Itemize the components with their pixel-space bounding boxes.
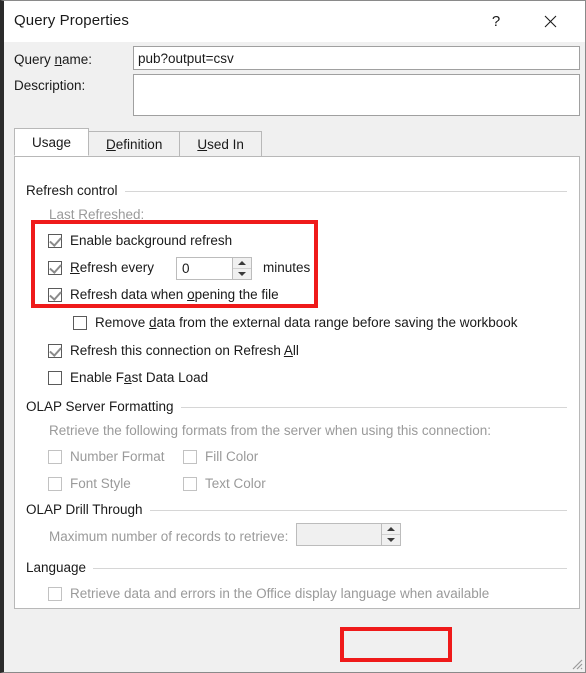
accel-char: R [70,260,80,275]
stepper-up-button[interactable] [382,524,400,535]
page-title: Query Properties [14,12,129,29]
caret-up-icon [387,527,395,531]
query-name-label: Query name: [14,52,93,67]
help-icon[interactable]: ? [475,1,517,42]
max-records-value[interactable] [297,524,381,545]
query-name-input[interactable] [133,46,580,70]
checkbox-remove-data-before-saving[interactable]: Remove data from the external data range… [73,315,518,330]
checkbox-label: Number Format [70,449,165,464]
accel-char: d [149,315,157,330]
dialog-footer: OK Cancel [4,612,585,672]
header-fields: Query name: Description: [4,42,585,122]
checkbox-refresh-on-refresh-all[interactable]: Refresh this connection on Refresh All [48,343,299,358]
group-olap-drill-through-label: OLAP Drill Through [26,502,143,517]
accel-char: A [283,343,293,358]
group-refresh-control: Refresh control [26,183,567,198]
checkbox-refresh-every[interactable]: Refresh every [48,260,154,275]
checkbox-fill-color[interactable]: Fill Color [183,449,258,464]
query-properties-dialog: Query Properties ? Query name: Descripti… [0,0,586,673]
tab-definition[interactable]: Definition [88,131,181,156]
refresh-interval-units-label: minutes [263,260,311,275]
usage-tab-panel: Refresh control Last Refreshed: Enable b… [14,156,580,609]
checkbox-box[interactable] [48,287,62,302]
checkbox-label: Enable Fast Data Load [70,370,209,385]
title-bar: Query Properties ? [4,1,585,42]
checkbox-label: Refresh data when opening the file [70,287,279,302]
checkbox-box[interactable] [183,449,197,464]
olap-formats-description-text: Retrieve the following formats from the … [49,423,491,438]
tab-used-in-accel: U [197,136,208,152]
checkbox-retrieve-office-language[interactable]: Retrieve data and errors in the Office d… [48,586,489,601]
tab-usage[interactable]: Usa g e [14,128,90,156]
checkbox-box[interactable] [48,233,62,248]
max-records-stepper[interactable] [296,523,401,546]
max-records-label: Maximum number of records to retrieve: [49,529,289,544]
help-icon-glyph: ? [491,13,501,30]
group-rule [124,191,567,192]
resize-grip-icon[interactable] [569,656,583,670]
refresh-interval-stepper[interactable]: 0 [176,257,252,280]
checkbox-box[interactable] [48,476,62,491]
group-olap-server-formatting: OLAP Server Formatting [26,399,567,414]
checkbox-label: Refresh every [70,260,155,275]
stepper-buttons[interactable] [381,524,400,545]
checkbox-box[interactable] [183,476,197,491]
group-refresh-control-label: Refresh control [26,183,118,198]
stepper-up-button[interactable] [233,258,251,269]
checkbox-box[interactable] [48,449,62,464]
query-name-accel: n [54,52,63,67]
checkbox-label: Fill Color [205,449,259,464]
accel-char: a [124,370,132,385]
refresh-interval-value[interactable]: 0 [177,258,232,279]
close-icon[interactable] [529,1,571,42]
olap-formats-description: Retrieve the following formats from the … [49,423,491,438]
close-icon-glyph [544,15,556,28]
tab-used-in[interactable]: Used In [179,131,262,156]
checkbox-box[interactable] [73,315,87,330]
checkbox-label: Remove data from the external data range… [95,315,518,330]
checkbox-label: Enable background refresh [70,233,233,248]
tab-definition-accel: D [106,136,116,152]
max-records-label-row: Maximum number of records to retrieve: [49,529,288,544]
checkbox-enable-fast-data-load[interactable]: Enable Fast Data Load [48,370,208,385]
tab-usage-accel: g [56,134,64,150]
checkbox-box[interactable] [48,370,62,385]
group-olap-drill-through: OLAP Drill Through [26,502,567,517]
checkbox-box[interactable] [48,586,62,601]
group-rule [180,407,567,408]
checkbox-label: Font Style [70,476,131,491]
checkbox-box[interactable] [48,343,62,358]
group-olap-server-formatting-label: OLAP Server Formatting [26,399,174,414]
accel-char: g [144,233,152,248]
checkbox-label: Retrieve data and errors in the Office d… [70,586,490,601]
tab-strip: Usa g e Definition Used In [14,128,262,156]
group-language: Language [26,560,567,575]
refresh-interval-units: minutes [263,260,310,275]
checkbox-enable-background-refresh[interactable]: Enable background refresh [48,233,232,248]
checkbox-label: Text Color [205,476,266,491]
stepper-down-button[interactable] [233,269,251,279]
group-rule [149,510,567,511]
last-refreshed-label: Last Refreshed: [49,207,145,222]
caret-up-icon [238,261,246,265]
description-label: Description: [14,78,86,93]
stepper-down-button[interactable] [382,535,400,545]
checkbox-box[interactable] [48,260,62,275]
last-refreshed-label-row: Last Refreshed: [49,207,144,222]
checkbox-refresh-on-open[interactable]: Refresh data when opening the file [48,287,279,302]
description-input[interactable] [133,74,580,116]
caret-down-icon [238,272,246,276]
checkbox-number-format[interactable]: Number Format [48,449,165,464]
checkbox-text-color[interactable]: Text Color [183,476,266,491]
group-rule [93,568,567,569]
checkbox-font-style[interactable]: Font Style [48,476,131,491]
group-language-label: Language [26,560,87,575]
accel-char: o [187,287,195,302]
checkbox-label: Refresh this connection on Refresh All [70,343,299,358]
stepper-buttons[interactable] [232,258,251,279]
caret-down-icon [387,538,395,542]
